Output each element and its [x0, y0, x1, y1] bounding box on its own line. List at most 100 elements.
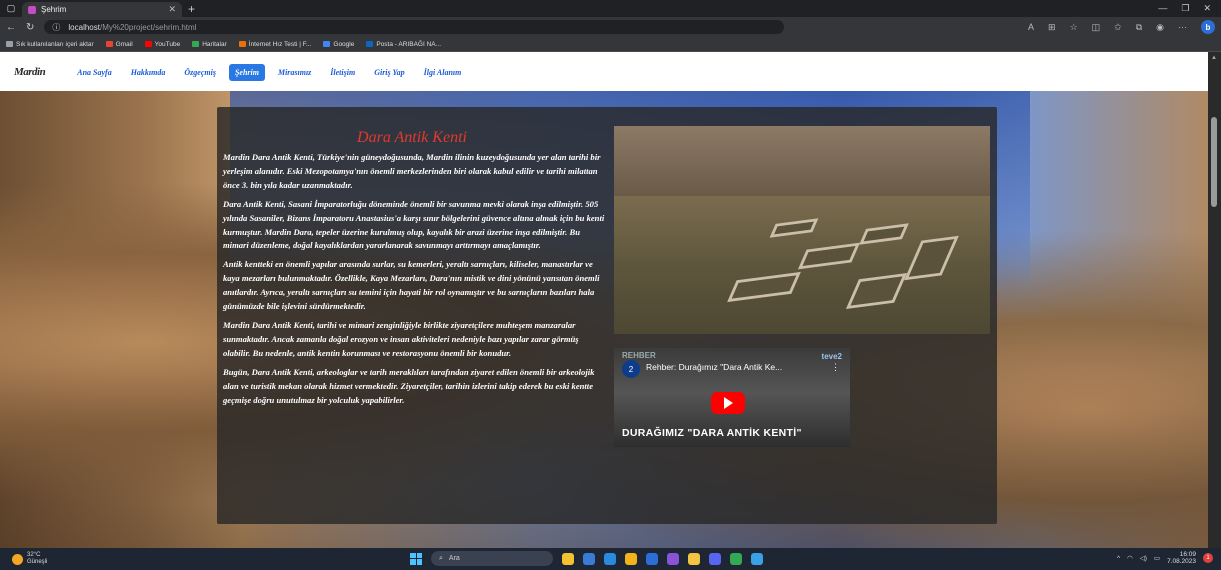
taskbar-search[interactable]: ⌕ Ara	[431, 551, 553, 566]
close-window-icon[interactable]: ✕	[1203, 3, 1211, 14]
tab-actions-icon[interactable]: ▢	[0, 0, 22, 17]
bookmark-icon	[323, 41, 331, 47]
notification-icon[interactable]: 1	[1203, 553, 1213, 563]
chrome-icon[interactable]	[730, 552, 742, 565]
weather-widget[interactable]: 32°C Güneşli	[0, 552, 47, 566]
play-button[interactable]	[711, 392, 745, 414]
scroll-thumb[interactable]	[1211, 117, 1217, 207]
store-icon[interactable]	[646, 552, 658, 565]
bookmark-item[interactable]: Posta - ARIBAĞI NA...	[366, 41, 441, 48]
bookmark-item[interactable]: İnternet Hız Testi | F...	[238, 41, 311, 48]
page-title: Dara Antik Kenti	[357, 129, 467, 146]
new-tab-icon[interactable]: +	[188, 2, 195, 16]
minimize-icon[interactable]: —	[1158, 3, 1167, 14]
nav-item[interactable]: Ana Sayfa	[71, 64, 117, 81]
favorites-icon[interactable]: ✩	[1114, 22, 1122, 33]
url-host: localhost	[68, 22, 100, 32]
web-page: Mardin Ana Sayfa Hakkımda Özgeçmiş Şehrim Mi…	[0, 52, 1208, 548]
youtube-video[interactable]: REHBER 2 Rehber: Durağımız "Dara Antik K…	[614, 348, 850, 447]
copilot-icon[interactable]: b	[1201, 20, 1215, 34]
discord-icon[interactable]	[709, 552, 721, 565]
bookmark-item[interactable]: YouTube	[144, 40, 181, 48]
article-paragraph: Mardin Dara Antik Kenti, Türkiye'nin gün…	[223, 152, 601, 190]
scroll-up-icon[interactable]: ▲	[1211, 55, 1217, 61]
rock-wall	[614, 126, 990, 196]
bookmark-label: Gmail	[115, 40, 133, 48]
close-tab-icon[interactable]: ✕	[168, 4, 176, 15]
bookmark-icon	[105, 41, 113, 47]
page-scrollbar[interactable]: ▲	[1208, 52, 1221, 548]
video-title[interactable]: Rehber: Durağımız "Dara Antik Ke...	[646, 362, 782, 372]
bookmark-item[interactable]: Google	[323, 41, 354, 48]
system-tray: ^ ◠ ◁) ▭ 16:09 7.08.2023 1	[1117, 551, 1213, 565]
bookmark-label: Google	[333, 40, 355, 48]
refresh-icon[interactable]: ↻	[26, 22, 34, 33]
folder-icon[interactable]	[688, 552, 700, 565]
nav-item[interactable]: Şehrim	[228, 64, 265, 81]
weather-temp: 32°C	[27, 552, 41, 558]
media-icon[interactable]	[583, 552, 595, 565]
clock[interactable]: 16:09 7.08.2023	[1167, 551, 1196, 565]
tab-favicon-icon	[28, 5, 36, 14]
chrome-canary-icon[interactable]	[625, 552, 637, 565]
search-placeholder: Ara	[448, 555, 460, 562]
site-logo[interactable]: Mardin	[14, 66, 46, 78]
more-icon[interactable]: ···	[1178, 22, 1187, 32]
url-field[interactable]: ⓘ localhost/My%20project/sehrim.html	[44, 20, 785, 34]
article-paragraph: Dara Antik Kenti, Sasani İmparatorluğu d…	[223, 198, 605, 251]
bookmark-label: Haritalar	[202, 40, 227, 48]
nav-item[interactable]: İletişim	[324, 64, 361, 81]
bookmark-label: YouTube	[154, 40, 181, 48]
back-icon[interactable]: ←	[6, 22, 16, 33]
profile-icon[interactable]: ◉	[1156, 22, 1164, 33]
browser-toolbar: A ⊞ ☆ ◫ ✩ ⧉ ◉ ··· b	[1028, 20, 1215, 34]
browser-tab-bar: ▢ Şehrim ✕ + — ❐ ✕	[0, 0, 1221, 17]
nav-item[interactable]: Giriş Yap	[368, 64, 410, 81]
play-icon	[723, 397, 733, 409]
info-icon: ⓘ	[52, 22, 61, 32]
vscode-icon[interactable]	[604, 552, 616, 565]
restore-icon[interactable]: ❐	[1181, 3, 1189, 14]
bookmark-item[interactable]: Haritalar	[192, 41, 227, 48]
bookmark-icon	[192, 41, 200, 47]
dara-photo	[614, 126, 990, 334]
nav-item[interactable]: İlgi Alanım	[418, 64, 468, 81]
chevron-up-icon[interactable]: ^	[1117, 555, 1120, 562]
video-overlay-text: REHBER	[622, 351, 656, 360]
tab-sehrim[interactable]: Şehrim ✕	[22, 2, 182, 17]
video-menu-icon[interactable]: ⋮	[831, 362, 840, 373]
nav-menu: Ana Sayfa Hakkımda Özgeçmiş Şehrim Mirasımız…	[71, 62, 474, 81]
split-screen-icon[interactable]: ◫	[1092, 22, 1101, 33]
visual-studio-icon[interactable]	[667, 552, 679, 565]
bookmark-label: Sık kullanılanları içeri aktar	[16, 40, 94, 48]
article-text: Mardin Dara Antik Kenti, Türkiye'nin gün…	[223, 151, 607, 412]
windows-taskbar: 32°C Güneşli ⌕ Ara ^ ◠ ◁) ▭ 16:09 7.08.20…	[0, 548, 1221, 570]
nav-item[interactable]: Mirasımız	[272, 64, 317, 81]
sun-icon	[12, 553, 23, 565]
video-caption: DURAĞIMIZ "DARA ANTİK KENTİ"	[622, 427, 802, 439]
favorite-star-icon[interactable]: ☆	[1070, 22, 1078, 33]
bookmarks-bar: Sık kullanılanları içeri aktar Gmail YouTu…	[0, 37, 1221, 52]
app-icon[interactable]	[751, 552, 763, 565]
bookmark-icon	[366, 41, 374, 47]
collections-icon[interactable]: ⧉	[1136, 22, 1142, 33]
tab-title: Şehrim	[41, 5, 67, 14]
nav-item[interactable]: Özgeçmiş	[178, 64, 222, 81]
battery-icon[interactable]: ▭	[1154, 554, 1160, 562]
bookmark-item[interactable]: Sık kullanılanları içeri aktar	[6, 41, 94, 48]
bookmark-label: Posta - ARIBAĞI NA...	[376, 40, 442, 48]
article-paragraph: Bugün, Dara Antik Kenti, arkeologlar ve …	[223, 366, 595, 405]
brand-logo: teve2	[821, 352, 842, 361]
wifi-icon[interactable]: ◠	[1127, 554, 1133, 562]
content-panel: Dara Antik Kenti Mardin Dara Antik Kenti…	[217, 107, 997, 524]
navbar: Mardin Ana Sayfa Hakkımda Özgeçmiş Şehrim Mi…	[0, 52, 1208, 91]
channel-avatar[interactable]: 2	[622, 360, 640, 378]
bookmark-item[interactable]: Gmail	[105, 40, 133, 48]
article-paragraph: Mardin Dara Antik Kenti, tarihi ve mimar…	[223, 319, 579, 358]
volume-icon[interactable]: ◁)	[1140, 554, 1147, 562]
start-icon[interactable]	[410, 552, 422, 565]
nav-item[interactable]: Hakkımda	[125, 64, 172, 81]
read-aloud-icon[interactable]: A	[1028, 22, 1034, 32]
file-explorer-icon[interactable]	[562, 552, 574, 565]
app-icon[interactable]: ⊞	[1048, 22, 1056, 33]
